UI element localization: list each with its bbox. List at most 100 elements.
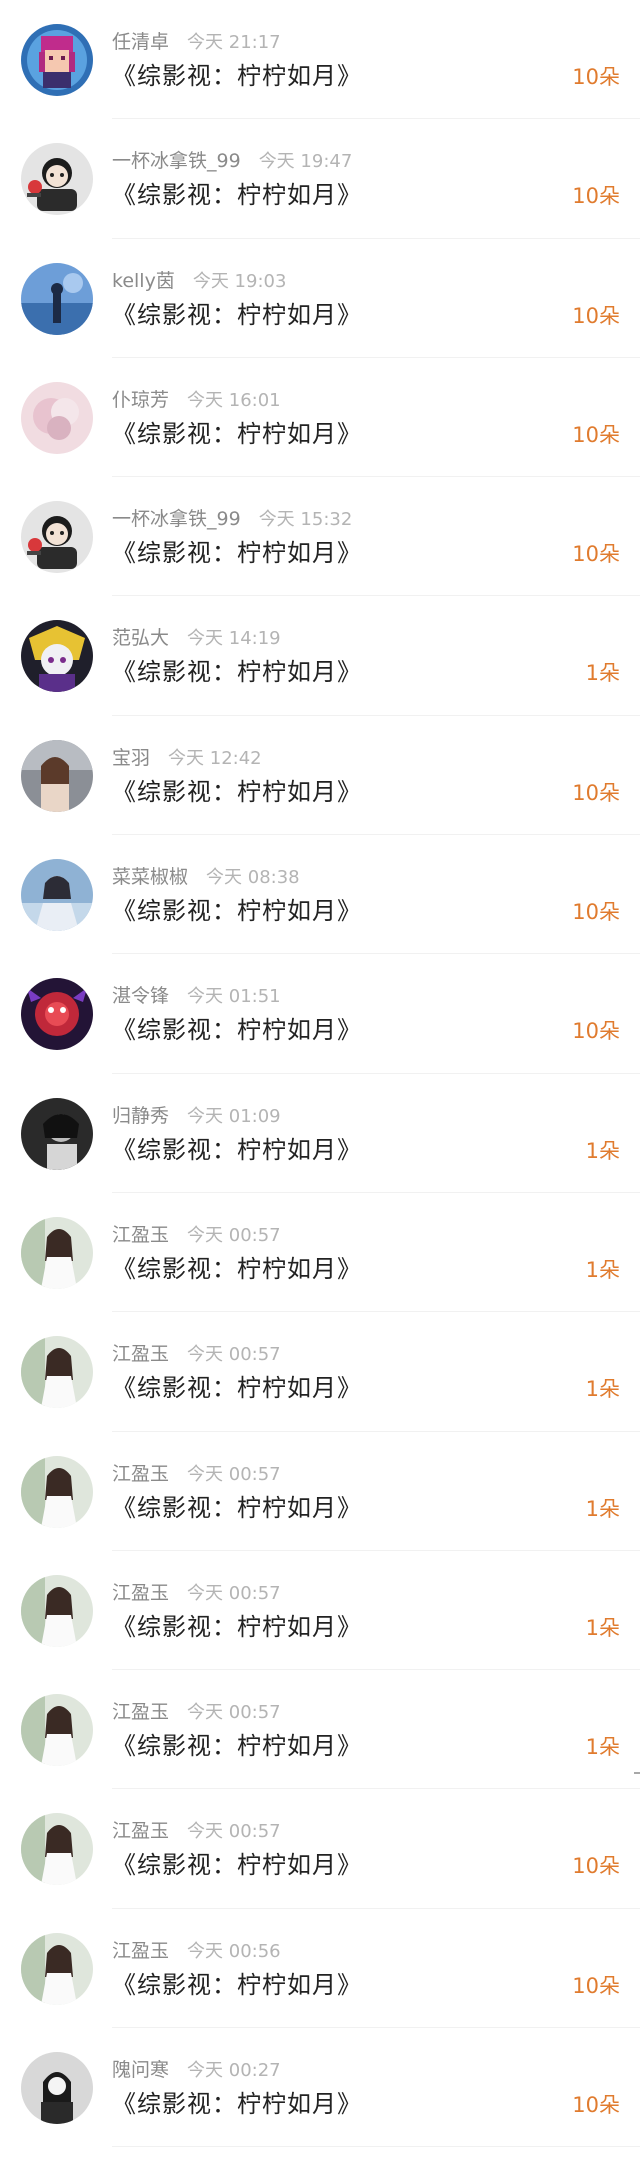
avatar[interactable] xyxy=(21,1574,93,1647)
girl-blue-avatar xyxy=(21,859,93,932)
user-name[interactable]: 江盈玉 xyxy=(112,1582,169,1604)
list-item[interactable]: 菜菜椒椒 今天 08:38 《综影视：柠柠如月》 10朵 xyxy=(0,835,640,955)
book-title: 《综影视：柠柠如月》 xyxy=(112,1135,362,1164)
avatar[interactable] xyxy=(21,1694,93,1767)
gift-amount: 10朵 xyxy=(572,303,620,328)
timestamp: 今天 00:57 xyxy=(187,1344,281,1366)
girl-white-dress-avatar xyxy=(21,1336,93,1409)
avatar[interactable] xyxy=(21,739,93,812)
user-name[interactable]: 一杯冰拿铁_99 xyxy=(112,150,241,172)
avatar[interactable] xyxy=(21,1097,93,1170)
scroll-indicator[interactable] xyxy=(634,1772,640,1774)
book-title: 《综影视：柠柠如月》 xyxy=(112,1732,362,1761)
user-name[interactable]: 范弘大 xyxy=(112,627,169,649)
item-meta: 江盈玉 今天 00:57 xyxy=(112,1580,281,1606)
list-item[interactable]: 范弘大 今天 14:19 《综影视：柠柠如月》 1朵 xyxy=(0,596,640,716)
timestamp: 今天 15:32 xyxy=(258,509,353,531)
gift-amount: 1朵 xyxy=(585,1377,620,1402)
avatar[interactable] xyxy=(21,1336,93,1409)
timestamp: 今天 14:19 xyxy=(187,628,281,650)
user-name[interactable]: kelly茵 xyxy=(112,270,175,292)
list-item[interactable]: 江盈玉 今天 00:57 《综影视：柠柠如月》 1朵 xyxy=(0,1193,640,1313)
user-name[interactable]: 隗问寒 xyxy=(112,2059,169,2081)
list-item[interactable]: 江盈玉 今天 00:57 《综影视：柠柠如月》 1朵 xyxy=(0,1312,640,1432)
gift-amount: 10朵 xyxy=(572,1973,620,1998)
avatar[interactable] xyxy=(21,143,93,216)
red-flower-avatar xyxy=(21,978,93,1051)
list-item[interactable]: 仆琼芳 今天 16:01 《综影视：柠柠如月》 10朵 xyxy=(0,358,640,478)
item-meta: 一杯冰拿铁_99 今天 15:32 xyxy=(112,506,352,532)
list-item[interactable]: kelly茵 今天 19:03 《综影视：柠柠如月》 10朵 xyxy=(0,239,640,358)
avatar[interactable] xyxy=(21,620,93,693)
mono-portrait-avatar xyxy=(21,1097,93,1170)
list-item[interactable]: 江盈玉 今天 00:57 《综影视：柠柠如月》 1朵 xyxy=(0,1551,640,1671)
list-item[interactable]: 江盈玉 今天 00:57 《综影视：柠柠如月》 10朵 xyxy=(0,1789,640,1909)
list-item[interactable]: 隗问寒 今天 00:27 《综影视：柠柠如月》 10朵 xyxy=(0,2028,640,2148)
list-item[interactable]: 一杯冰拿铁_99 今天 19:47 《综影视：柠柠如月》 10朵 xyxy=(0,119,640,239)
anime-dark-avatar xyxy=(21,620,93,693)
pink-blur-avatar xyxy=(21,381,93,454)
gift-amount: 10朵 xyxy=(572,900,620,925)
user-name[interactable]: 江盈玉 xyxy=(112,1343,169,1365)
timestamp: 今天 00:27 xyxy=(187,2060,281,2082)
list-item[interactable]: 一杯冰拿铁_99 今天 15:32 《综影视：柠柠如月》 10朵 xyxy=(0,477,640,597)
avatar[interactable] xyxy=(21,859,93,932)
timestamp: 今天 21:17 xyxy=(187,32,281,53)
user-name[interactable]: 宝羽 xyxy=(112,747,150,769)
timestamp: 今天 00:57 xyxy=(187,1702,281,1724)
avatar[interactable] xyxy=(21,24,93,96)
list-item[interactable]: 江盈玉 今天 00:56 《综影视：柠柠如月》 10朵 xyxy=(0,1909,640,2029)
user-name[interactable]: 仆琼芳 xyxy=(112,389,169,411)
book-title: 《综影视：柠柠如月》 xyxy=(112,1970,362,1999)
avatar[interactable] xyxy=(21,978,93,1051)
list-item[interactable]: 江盈玉 今天 00:57 《综影视：柠柠如月》 1朵 xyxy=(0,1432,640,1551)
item-meta: 任清卓 今天 21:17 xyxy=(112,29,281,55)
list-item[interactable]: 湛令锋 今天 01:51 《综影视：柠柠如月》 10朵 xyxy=(0,954,640,1074)
book-title: 《综影视：柠柠如月》 xyxy=(112,1612,362,1641)
timestamp: 今天 01:51 xyxy=(187,986,281,1008)
timestamp: 今天 16:01 xyxy=(187,389,281,411)
item-meta: 归静秀 今天 01:09 xyxy=(112,1103,281,1129)
user-name[interactable]: 江盈玉 xyxy=(112,1463,169,1485)
gift-amount: 10朵 xyxy=(572,542,620,567)
user-name[interactable]: 湛令锋 xyxy=(112,985,169,1007)
avatar[interactable] xyxy=(21,1932,93,2005)
blue-sky-figure-avatar xyxy=(21,262,93,335)
avatar[interactable] xyxy=(21,1813,93,1886)
list-item[interactable]: 归静秀 今天 01:09 《综影视：柠柠如月》 1朵 xyxy=(0,1074,640,1193)
user-name[interactable]: 江盈玉 xyxy=(112,1224,169,1246)
avatar[interactable] xyxy=(21,501,93,574)
timestamp: 今天 19:03 xyxy=(192,270,287,292)
user-name[interactable]: 江盈玉 xyxy=(112,1820,169,1842)
book-title: 《综影视：柠柠如月》 xyxy=(112,300,362,329)
mono-girl-avatar xyxy=(21,2052,93,2125)
book-title: 《综影视：柠柠如月》 xyxy=(112,1254,362,1283)
avatar[interactable] xyxy=(21,2052,93,2125)
girl-white-dress-avatar xyxy=(21,1694,93,1767)
item-meta: 江盈玉 今天 00:57 xyxy=(112,1461,281,1487)
timestamp: 今天 19:47 xyxy=(258,151,353,173)
user-name[interactable]: 一杯冰拿铁_99 xyxy=(112,508,241,530)
avatar[interactable] xyxy=(21,1216,93,1289)
book-title: 《综影视：柠柠如月》 xyxy=(112,1374,362,1403)
gift-amount: 10朵 xyxy=(572,1854,620,1879)
timestamp: 今天 01:09 xyxy=(187,1105,281,1127)
user-name[interactable]: 归静秀 xyxy=(112,1105,169,1127)
avatar[interactable] xyxy=(21,381,93,454)
user-name[interactable]: 江盈玉 xyxy=(112,1940,169,1962)
list-item[interactable]: 宝羽 今天 12:42 《综影视：柠柠如月》 10朵 xyxy=(0,716,640,836)
user-name[interactable]: 江盈玉 xyxy=(112,1701,169,1723)
book-title: 《综影视：柠柠如月》 xyxy=(112,658,362,687)
book-title: 《综影视：柠柠如月》 xyxy=(112,1016,362,1045)
timestamp: 今天 00:57 xyxy=(187,1582,281,1604)
avatar[interactable] xyxy=(21,1455,93,1528)
avatar[interactable] xyxy=(21,262,93,335)
user-name[interactable]: 任清卓 xyxy=(112,31,169,53)
list-item[interactable]: 任清卓 今天 21:17 《综影视：柠柠如月》 10朵 xyxy=(0,0,640,120)
user-name[interactable]: 菜菜椒椒 xyxy=(112,866,188,888)
girl-white-dress-avatar xyxy=(21,1574,93,1647)
item-meta: 江盈玉 今天 00:57 xyxy=(112,1222,281,1248)
list-item[interactable]: 江盈玉 今天 00:57 《综影视：柠柠如月》 1朵 xyxy=(0,1670,640,1790)
timestamp: 今天 00:56 xyxy=(187,1940,281,1962)
gift-amount: 10朵 xyxy=(572,1019,620,1044)
